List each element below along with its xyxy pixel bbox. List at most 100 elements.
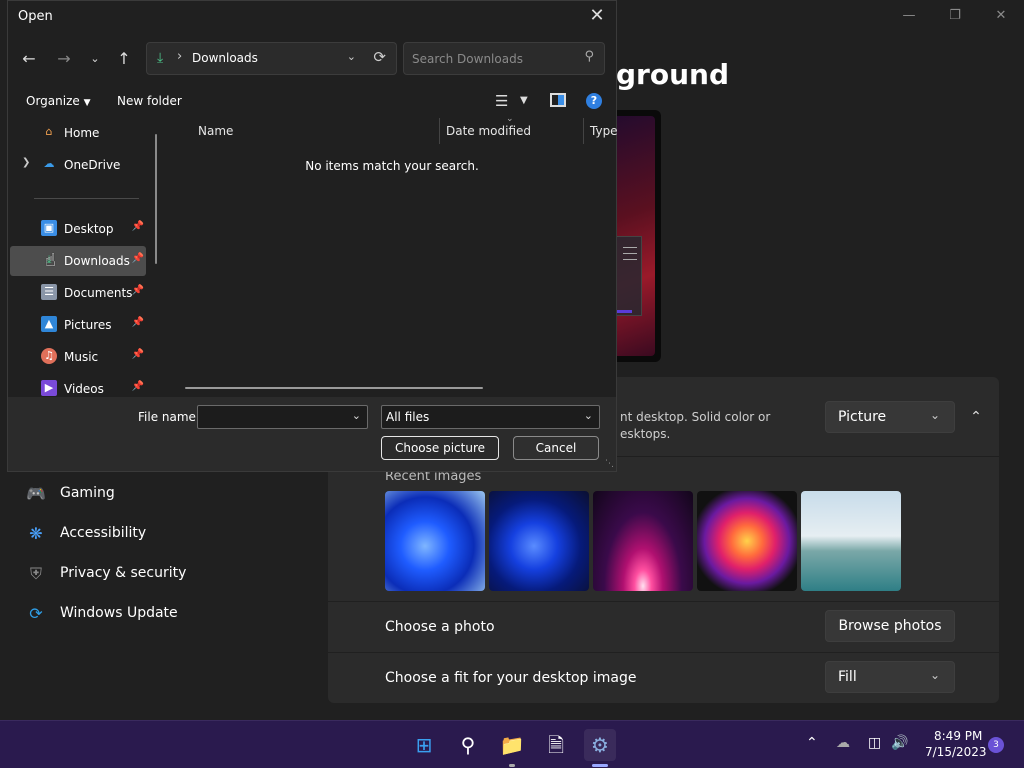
volume-icon[interactable]: 🔊	[891, 735, 908, 751]
dialog-title: Open	[18, 9, 53, 24]
forward-arrow-icon[interactable]: →	[53, 48, 75, 70]
search-icon[interactable]: ⚲	[452, 729, 484, 761]
network-icon[interactable]: ◫	[868, 735, 881, 751]
clock-time[interactable]: 8:49 PM	[934, 729, 982, 743]
pin-icon[interactable]: 📌	[132, 317, 144, 328]
file-name-input[interactable]	[198, 406, 348, 428]
column-divider[interactable]	[583, 118, 584, 144]
nav-pane-scrollbar[interactable]	[155, 134, 157, 264]
background-type-value: Picture	[838, 409, 887, 425]
new-folder-button[interactable]: New folder	[117, 94, 182, 108]
resize-grip-icon[interactable]: ⋱	[605, 459, 614, 469]
recent-image-thumbnail[interactable]	[801, 491, 901, 591]
pin-icon[interactable]: 📌	[132, 349, 144, 360]
notification-badge[interactable]: 3	[988, 737, 1004, 753]
background-description: nt desktop. Solid color or esktops.	[620, 409, 810, 443]
nav-pane-label: Music	[64, 350, 99, 364]
restore-button[interactable]: ❐	[932, 6, 978, 26]
refresh-icon[interactable]: ⟳	[373, 48, 386, 66]
file-explorer-icon[interactable]: 📁	[496, 729, 528, 767]
close-icon[interactable]: ✕	[586, 5, 608, 27]
hand-cursor-icon: ☝	[45, 250, 56, 271]
preview-pane-icon[interactable]	[550, 93, 566, 107]
recent-image-thumbnail[interactable]	[697, 491, 797, 591]
documents-icon: ☰	[41, 284, 57, 300]
navigation-pane: ⌂ Home ❯ ☁ OneDrive ▣ Desktop 📌 ⤓ Downlo…	[8, 118, 166, 397]
nav-pane-item-pictures[interactable]: ▲ Pictures 📌	[10, 310, 146, 340]
help-icon[interactable]: ?	[586, 93, 602, 109]
show-hidden-icons-chevron-icon[interactable]: ⌃	[806, 735, 818, 751]
clock-date[interactable]: 7/15/2023	[925, 745, 987, 759]
organize-button[interactable]: Organize ▼	[26, 94, 91, 108]
dialog-footer: File name: ⌄ All files ⌄ Choose picture …	[8, 397, 616, 471]
chevron-up-icon[interactable]: ⌃	[963, 401, 989, 433]
pin-icon[interactable]: 📌	[132, 221, 144, 232]
background-type-dropdown[interactable]: Picture ⌄	[825, 401, 955, 433]
address-bar[interactable]: ⤓ › Downloads ⌄ ⟳	[146, 42, 397, 75]
file-name-label: File name:	[138, 410, 200, 424]
browse-photos-button[interactable]: Browse photos	[825, 610, 955, 642]
nav-pane-label: Documents	[64, 286, 133, 300]
taskbar: ⊞ ⚲ 📁 🗎 ⚙ ⌃ ☁ ◫ 🔊	[0, 720, 1024, 768]
nav-pane-divider	[34, 198, 139, 199]
close-window-button[interactable]: ✕	[978, 6, 1024, 26]
nav-pane-item-documents[interactable]: ☰ Documents 📌	[10, 278, 146, 308]
chevron-down-icon[interactable]: ⌄	[352, 409, 361, 422]
pictures-icon: ▲	[41, 316, 57, 332]
onedrive-offline-icon[interactable]: ☁	[836, 735, 850, 751]
recent-image-thumbnail[interactable]	[593, 491, 693, 591]
nav-pane-item-downloads[interactable]: ⤓ Downloads 📌	[10, 246, 146, 276]
minimize-button[interactable]: —	[886, 6, 932, 26]
caret-down-icon[interactable]: ▼	[520, 95, 528, 106]
file-type-dropdown[interactable]: All files ⌄	[381, 405, 600, 429]
pin-icon[interactable]: 📌	[132, 253, 144, 264]
chevron-down-icon[interactable]: ⌄	[347, 50, 356, 63]
desktop-icon: ▣	[41, 220, 57, 236]
choose-picture-button[interactable]: Choose picture	[381, 436, 499, 460]
recent-image-thumbnail[interactable]	[385, 491, 485, 591]
column-header-name[interactable]: Name	[198, 124, 233, 138]
notepad-icon[interactable]: 🗎	[540, 729, 572, 761]
onedrive-icon: ☁	[43, 157, 55, 170]
nav-pane-label: Desktop	[64, 222, 114, 236]
chevron-right-icon[interactable]: ❯	[22, 157, 30, 168]
nav-pane-item-desktop[interactable]: ▣ Desktop 📌	[10, 214, 146, 244]
recent-locations-chevron-icon[interactable]: ⌄	[84, 48, 106, 70]
search-icon[interactable]: ⚲	[584, 49, 594, 64]
nav-pane-item-home[interactable]: ⌂ Home	[10, 118, 146, 148]
horizontal-scrollbar[interactable]	[185, 387, 483, 389]
nav-pane-item-videos[interactable]: ▶ Videos 📌	[10, 374, 146, 397]
nav-pane-label: Downloads	[64, 254, 130, 268]
accessibility-icon: ❋	[29, 524, 43, 543]
column-divider[interactable]	[439, 118, 440, 144]
organize-label: Organize	[26, 94, 80, 108]
file-name-combobox[interactable]: ⌄	[197, 405, 368, 429]
update-icon: ⟳	[29, 604, 43, 623]
background-description-line: esktops.	[620, 427, 671, 441]
search-input[interactable]	[404, 43, 574, 74]
active-indicator	[592, 764, 608, 767]
nav-pane-item-onedrive[interactable]: ❯ ☁ OneDrive	[10, 150, 146, 180]
nav-pane-label: Home	[64, 126, 100, 140]
recent-image-thumbnail[interactable]	[489, 491, 589, 591]
fit-dropdown[interactable]: Fill ⌄	[825, 661, 955, 693]
empty-list-message: No items match your search.	[305, 159, 479, 173]
pin-icon[interactable]: 📌	[132, 285, 144, 296]
back-arrow-icon[interactable]: ←	[18, 48, 40, 70]
start-windows-icon[interactable]: ⊞	[408, 729, 440, 761]
music-icon: ♫	[41, 348, 57, 364]
search-box[interactable]: ⚲	[403, 42, 605, 75]
up-arrow-icon[interactable]: ↑	[113, 48, 135, 70]
gamepad-icon: 🎮	[26, 484, 46, 503]
pin-icon[interactable]: 📌	[132, 381, 144, 392]
cancel-button[interactable]: Cancel	[513, 436, 599, 460]
column-header-type[interactable]: Type	[590, 124, 618, 138]
videos-icon: ▶	[41, 380, 57, 396]
chevron-down-icon: ⌄	[929, 668, 940, 682]
nav-pane-item-music[interactable]: ♫ Music 📌	[10, 342, 146, 372]
column-header-date-modified[interactable]: Date modified	[446, 124, 531, 138]
file-list: Name ⌄ Date modified Type No items match…	[166, 114, 618, 397]
open-file-dialog: Open ✕ ← → ⌄ ↑ ⤓ › Downloads ⌄ ⟳ ⚲ Organ…	[7, 0, 618, 472]
details-view-icon[interactable]: ☰	[495, 92, 508, 110]
settings-gear-icon[interactable]: ⚙	[584, 729, 616, 767]
